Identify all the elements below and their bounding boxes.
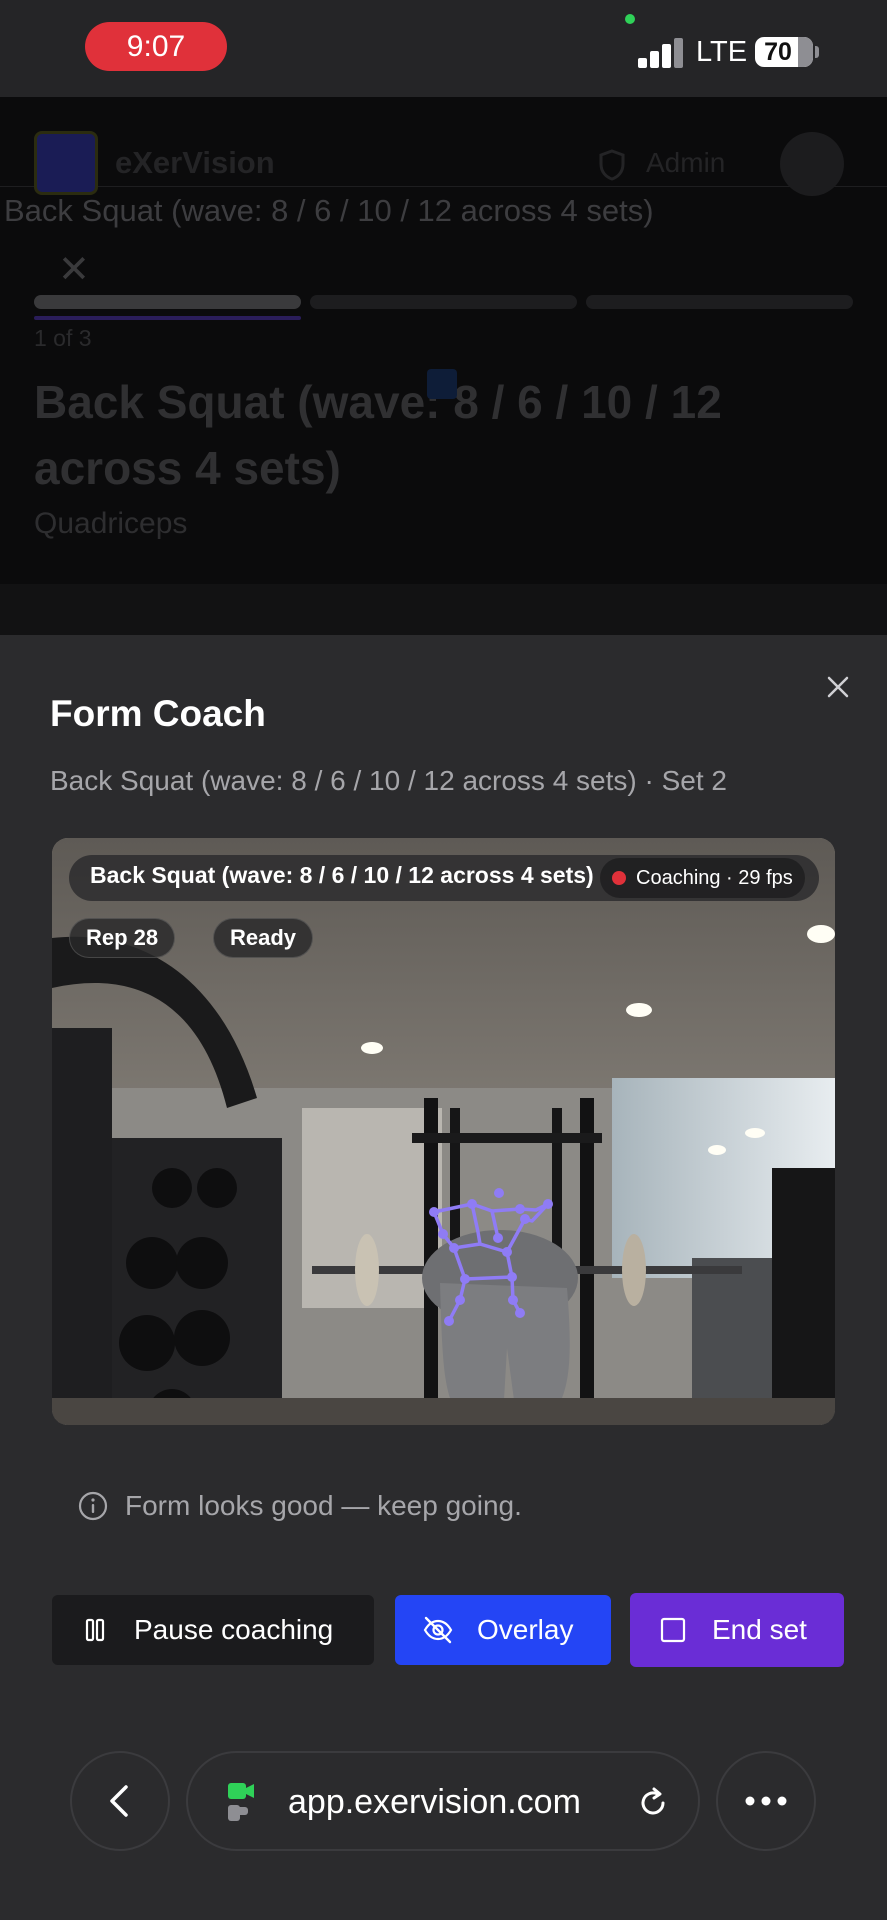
help-icon xyxy=(427,369,457,399)
rep-counter-badge: Rep 28 xyxy=(69,918,176,958)
progress-segment xyxy=(586,295,853,309)
background-page: eXerVision Admin Back Squat (wave: 8 / 6… xyxy=(0,97,887,635)
overlay-label: Overlay xyxy=(477,1614,574,1645)
pause-icon xyxy=(85,1618,105,1642)
sheet-title: Form Coach xyxy=(50,693,266,734)
url-text: app.exervision.com xyxy=(288,1783,581,1821)
signal-icon xyxy=(638,38,686,68)
form-feedback: Form looks good — keep going. xyxy=(77,1490,522,1522)
camera-preview: Back Squat (wave: 8 / 6 / 10 / 12 across… xyxy=(52,838,835,1425)
app-logo xyxy=(34,131,98,195)
shield-icon xyxy=(599,149,625,181)
chevron-left-icon xyxy=(110,1785,128,1817)
status-time: 9:07 xyxy=(85,22,227,71)
camera-indicator-dot xyxy=(625,14,635,24)
info-icon xyxy=(78,1491,108,1521)
app-brand: eXerVision xyxy=(115,145,275,180)
close-icon[interactable] xyxy=(822,671,854,703)
overlay-exercise-title: Back Squat (wave: 8 / 6 / 10 / 12 across… xyxy=(90,862,594,888)
recording-dot-icon xyxy=(612,871,626,885)
sheet-subtitle: Back Squat (wave: 8 / 6 / 10 / 12 across… xyxy=(50,765,727,796)
end-set-button[interactable]: End set xyxy=(630,1593,844,1667)
muscle-group: Quadriceps xyxy=(34,507,188,540)
reload-icon[interactable] xyxy=(635,1785,671,1821)
overlay-toggle-button[interactable]: Overlay xyxy=(395,1595,611,1665)
admin-label: Admin xyxy=(646,147,726,178)
screen: 9:07 LTE 70 eXerVision Admin Back Squat … xyxy=(0,0,887,1920)
step-counter: 1 of 3 xyxy=(34,325,92,351)
exercise-title: Back Squat (wave: 8 / 6 / 10 / 12 across… xyxy=(34,376,722,494)
address-bar[interactable]: app.exervision.com xyxy=(186,1751,700,1851)
battery-nub xyxy=(815,46,819,58)
square-icon xyxy=(660,1617,686,1643)
breadcrumb: Back Squat (wave: 8 / 6 / 10 / 12 across… xyxy=(4,193,654,228)
close-icon: ✕ xyxy=(58,249,90,291)
avatar xyxy=(780,132,844,196)
progress-segment xyxy=(34,295,301,309)
more-icon xyxy=(745,1796,787,1806)
eye-off-icon xyxy=(423,1616,453,1644)
battery-level: 70 xyxy=(764,37,792,66)
browser-more-button[interactable] xyxy=(716,1751,816,1851)
browser-back-button[interactable] xyxy=(70,1751,170,1851)
feedback-text: Form looks good — keep going. xyxy=(125,1490,522,1521)
form-coach-sheet: Form Coach Back Squat (wave: 8 / 6 / 10 … xyxy=(0,635,887,1920)
state-badge: Ready xyxy=(213,918,314,958)
site-camera-icon xyxy=(228,1783,254,1821)
progress-segment xyxy=(310,295,577,309)
pause-coaching-label: Pause coaching xyxy=(134,1614,334,1645)
battery-icon: 70 xyxy=(755,37,813,67)
coaching-status-text: Coaching · 29 fps xyxy=(636,866,793,889)
network-label: LTE xyxy=(696,36,748,68)
pause-coaching-button[interactable]: Pause coaching xyxy=(52,1595,374,1665)
status-bar: 9:07 LTE 70 xyxy=(0,0,887,97)
coaching-status-badge: Coaching · 29 fps xyxy=(600,858,805,898)
progress-underline xyxy=(34,316,301,320)
end-set-label: End set xyxy=(712,1614,807,1645)
background-footer xyxy=(0,584,887,635)
